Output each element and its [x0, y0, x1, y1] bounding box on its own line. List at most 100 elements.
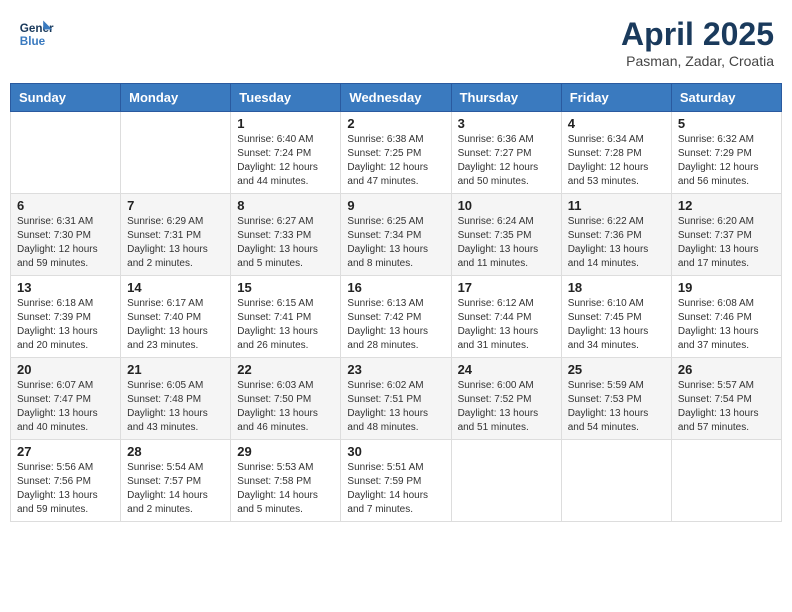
- day-cell: 6 Sunrise: 6:31 AM Sunset: 7:30 PM Daylig…: [11, 194, 121, 276]
- weekday-header-row: SundayMondayTuesdayWednesdayThursdayFrid…: [11, 84, 782, 112]
- day-number: 4: [568, 116, 665, 131]
- day-number: 13: [17, 280, 114, 295]
- day-number: 25: [568, 362, 665, 377]
- day-cell: 17 Sunrise: 6:12 AM Sunset: 7:44 PM Dayli…: [451, 276, 561, 358]
- day-cell: 3Sunrise: 6:36 AM Sunset: 7:27 PM Daylig…: [451, 112, 561, 194]
- location: Pasman, Zadar, Croatia: [621, 53, 774, 69]
- day-number: 22: [237, 362, 334, 377]
- day-info: Sunrise: 6:25 AM Sunset: 7:34 PM Dayligh…: [347, 215, 444, 271]
- day-cell: 11 Sunrise: 6:22 AM Sunset: 7:36 PM Dayli…: [561, 194, 671, 276]
- day-info: Sunrise: 6:31 AM Sunset: 7:30 PM Dayligh…: [17, 215, 114, 271]
- day-number: 15: [237, 280, 334, 295]
- day-cell: 16 Sunrise: 6:13 AM Sunset: 7:42 PM Dayli…: [341, 276, 451, 358]
- day-info: Sunrise: 6:40 AM Sunset: 7:24 PM Dayligh…: [237, 133, 334, 189]
- week-row-1: 1 Sunrise: 6:40 AM Sunset: 7:24 PM Daylig…: [11, 112, 782, 194]
- day-cell: 2 Sunrise: 6:38 AM Sunset: 7:25 PM Daylig…: [341, 112, 451, 194]
- day-number: 6: [17, 198, 114, 213]
- day-info: Sunrise: 6:17 AM Sunset: 7:40 PM Dayligh…: [127, 297, 224, 353]
- day-cell: 1 Sunrise: 6:40 AM Sunset: 7:24 PM Daylig…: [231, 112, 341, 194]
- day-cell: 30 Sunrise: 5:51 AM Sunset: 7:59 PM Dayli…: [341, 440, 451, 522]
- day-info: Sunrise: 6:38 AM Sunset: 7:25 PM Dayligh…: [347, 133, 444, 189]
- day-info: Sunrise: 6:32 AM Sunset: 7:29 PM Dayligh…: [678, 133, 775, 189]
- day-info: Sunrise: 5:53 AM Sunset: 7:58 PM Dayligh…: [237, 461, 334, 517]
- day-info: Sunrise: 5:57 AM Sunset: 7:54 PM Dayligh…: [678, 379, 775, 435]
- day-info: Sunrise: 6:18 AM Sunset: 7:39 PM Dayligh…: [17, 297, 114, 353]
- day-number: 12: [678, 198, 775, 213]
- day-cell: 18 Sunrise: 6:10 AM Sunset: 7:45 PM Dayli…: [561, 276, 671, 358]
- day-info: Sunrise: 6:34 AM Sunset: 7:28 PM Dayligh…: [568, 133, 665, 189]
- day-info: Sunrise: 6:24 AM Sunset: 7:35 PM Dayligh…: [458, 215, 555, 271]
- day-info: Sunrise: 6:12 AM Sunset: 7:44 PM Dayligh…: [458, 297, 555, 353]
- weekday-header-tuesday: Tuesday: [231, 84, 341, 112]
- day-number: 19: [678, 280, 775, 295]
- day-info: Sunrise: 6:03 AM Sunset: 7:50 PM Dayligh…: [237, 379, 334, 435]
- day-info: Sunrise: 6:22 AM Sunset: 7:36 PM Dayligh…: [568, 215, 665, 271]
- day-cell: 28 Sunrise: 5:54 AM Sunset: 7:57 PM Dayli…: [121, 440, 231, 522]
- day-cell: 8Sunrise: 6:27 AM Sunset: 7:33 PM Daylig…: [231, 194, 341, 276]
- day-cell: [11, 112, 121, 194]
- day-number: 21: [127, 362, 224, 377]
- day-number: 11: [568, 198, 665, 213]
- day-info: Sunrise: 6:10 AM Sunset: 7:45 PM Dayligh…: [568, 297, 665, 353]
- day-cell: 21 Sunrise: 6:05 AM Sunset: 7:48 PM Dayli…: [121, 358, 231, 440]
- day-number: 18: [568, 280, 665, 295]
- day-cell: 14 Sunrise: 6:17 AM Sunset: 7:40 PM Dayli…: [121, 276, 231, 358]
- day-number: 27: [17, 444, 114, 459]
- day-info: Sunrise: 6:08 AM Sunset: 7:46 PM Dayligh…: [678, 297, 775, 353]
- day-cell: 24 Sunrise: 6:00 AM Sunset: 7:52 PM Dayli…: [451, 358, 561, 440]
- day-cell: [451, 440, 561, 522]
- day-cell: 23Sunrise: 6:02 AM Sunset: 7:51 PM Dayli…: [341, 358, 451, 440]
- day-info: Sunrise: 5:54 AM Sunset: 7:57 PM Dayligh…: [127, 461, 224, 517]
- week-row-3: 13 Sunrise: 6:18 AM Sunset: 7:39 PM Dayli…: [11, 276, 782, 358]
- day-info: Sunrise: 6:13 AM Sunset: 7:42 PM Dayligh…: [347, 297, 444, 353]
- week-row-4: 20Sunrise: 6:07 AM Sunset: 7:47 PM Dayli…: [11, 358, 782, 440]
- day-info: Sunrise: 5:51 AM Sunset: 7:59 PM Dayligh…: [347, 461, 444, 517]
- day-info: Sunrise: 6:29 AM Sunset: 7:31 PM Dayligh…: [127, 215, 224, 271]
- day-cell: 4 Sunrise: 6:34 AM Sunset: 7:28 PM Daylig…: [561, 112, 671, 194]
- day-number: 30: [347, 444, 444, 459]
- day-info: Sunrise: 6:02 AM Sunset: 7:51 PM Dayligh…: [347, 379, 444, 435]
- weekday-header-friday: Friday: [561, 84, 671, 112]
- svg-text:Blue: Blue: [20, 35, 46, 48]
- day-info: Sunrise: 5:59 AM Sunset: 7:53 PM Dayligh…: [568, 379, 665, 435]
- day-number: 26: [678, 362, 775, 377]
- day-info: Sunrise: 6:27 AM Sunset: 7:33 PM Dayligh…: [237, 215, 334, 271]
- weekday-header-wednesday: Wednesday: [341, 84, 451, 112]
- day-info: Sunrise: 5:56 AM Sunset: 7:56 PM Dayligh…: [17, 461, 114, 517]
- day-cell: [121, 112, 231, 194]
- day-cell: [671, 440, 781, 522]
- logo: General Blue: [18, 16, 54, 52]
- day-cell: 20Sunrise: 6:07 AM Sunset: 7:47 PM Dayli…: [11, 358, 121, 440]
- day-number: 17: [458, 280, 555, 295]
- weekday-header-monday: Monday: [121, 84, 231, 112]
- day-number: 28: [127, 444, 224, 459]
- day-cell: 19 Sunrise: 6:08 AM Sunset: 7:46 PM Dayli…: [671, 276, 781, 358]
- day-cell: 27 Sunrise: 5:56 AM Sunset: 7:56 PM Dayli…: [11, 440, 121, 522]
- day-cell: 13 Sunrise: 6:18 AM Sunset: 7:39 PM Dayli…: [11, 276, 121, 358]
- day-number: 16: [347, 280, 444, 295]
- day-cell: 29Sunrise: 5:53 AM Sunset: 7:58 PM Dayli…: [231, 440, 341, 522]
- day-number: 5: [678, 116, 775, 131]
- day-cell: 25 Sunrise: 5:59 AM Sunset: 7:53 PM Dayli…: [561, 358, 671, 440]
- month-title: April 2025: [621, 16, 774, 53]
- day-info: Sunrise: 6:05 AM Sunset: 7:48 PM Dayligh…: [127, 379, 224, 435]
- weekday-header-saturday: Saturday: [671, 84, 781, 112]
- day-number: 14: [127, 280, 224, 295]
- day-number: 1: [237, 116, 334, 131]
- calendar-table: SundayMondayTuesdayWednesdayThursdayFrid…: [10, 83, 782, 522]
- page-header: General Blue April 2025 Pasman, Zadar, C…: [10, 10, 782, 75]
- week-row-5: 27 Sunrise: 5:56 AM Sunset: 7:56 PM Dayli…: [11, 440, 782, 522]
- weekday-header-sunday: Sunday: [11, 84, 121, 112]
- day-cell: 22 Sunrise: 6:03 AM Sunset: 7:50 PM Dayli…: [231, 358, 341, 440]
- day-number: 24: [458, 362, 555, 377]
- day-info: Sunrise: 6:15 AM Sunset: 7:41 PM Dayligh…: [237, 297, 334, 353]
- day-cell: [561, 440, 671, 522]
- day-cell: 9Sunrise: 6:25 AM Sunset: 7:34 PM Daylig…: [341, 194, 451, 276]
- day-info: Sunrise: 6:07 AM Sunset: 7:47 PM Dayligh…: [17, 379, 114, 435]
- logo-icon: General Blue: [18, 16, 54, 52]
- day-info: Sunrise: 6:00 AM Sunset: 7:52 PM Dayligh…: [458, 379, 555, 435]
- day-number: 2: [347, 116, 444, 131]
- week-row-2: 6 Sunrise: 6:31 AM Sunset: 7:30 PM Daylig…: [11, 194, 782, 276]
- day-cell: 10Sunrise: 6:24 AM Sunset: 7:35 PM Dayli…: [451, 194, 561, 276]
- day-info: Sunrise: 6:36 AM Sunset: 7:27 PM Dayligh…: [458, 133, 555, 189]
